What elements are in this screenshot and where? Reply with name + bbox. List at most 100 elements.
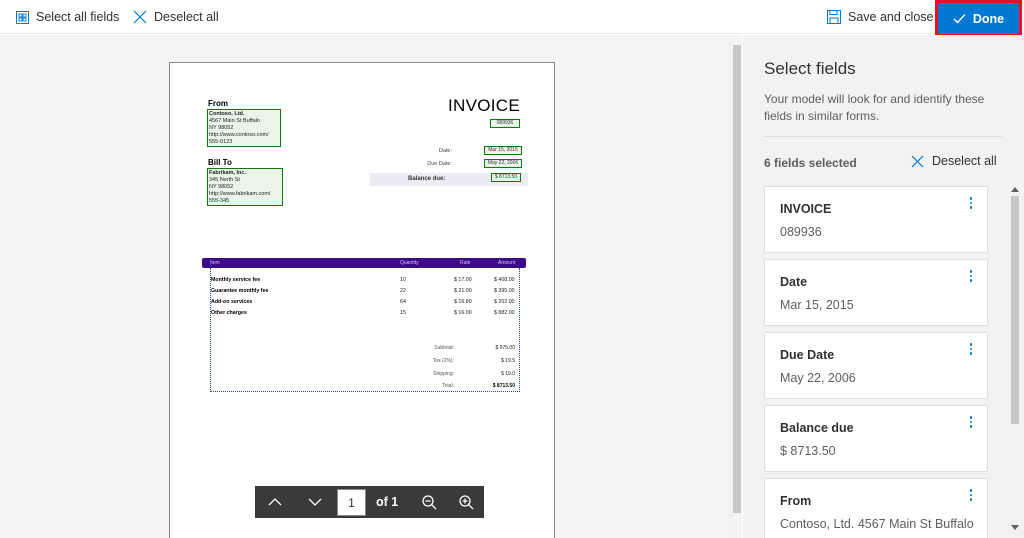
field-card-date[interactable]: Date Mar 15, 2015: [764, 259, 988, 326]
save-icon: [827, 10, 841, 24]
row-qty: 64: [400, 299, 406, 305]
from-heading: From: [208, 99, 228, 108]
select-all-label: Select all fields: [36, 10, 120, 24]
shipping-label: Shipping:: [433, 371, 454, 377]
total-label: Total:: [442, 383, 454, 389]
more-options-icon[interactable]: [965, 487, 977, 503]
from-line: 555-0123: [209, 139, 233, 145]
from-field-box[interactable]: Contoso, Ltd. 4567 Main St Buffalo NY 98…: [207, 109, 281, 147]
field-value: May 22, 2006: [780, 371, 856, 385]
select-fields-panel: Select fields Your model will look for a…: [743, 35, 1024, 538]
scroll-up-arrow-icon[interactable]: [1011, 187, 1019, 192]
chevron-up-icon: [268, 498, 282, 506]
row-qty: 22: [400, 288, 406, 294]
field-name: Balance due: [780, 421, 854, 435]
row-name: Add-on services: [211, 299, 253, 305]
from-line: 4567 Main St Buffalo: [209, 118, 260, 124]
col-rate: Rate: [460, 260, 471, 266]
zoom-in-button[interactable]: [450, 486, 482, 518]
chevron-down-icon: [308, 498, 322, 506]
billto-line: Fabrikam, Inc.: [209, 170, 246, 176]
deselect-all-panel-button[interactable]: Deselect all: [911, 154, 997, 168]
row-qty: 10: [400, 277, 406, 283]
field-name: Due Date: [780, 348, 835, 362]
more-options-icon[interactable]: [965, 414, 977, 430]
field-value: $ 8713.50: [780, 444, 836, 458]
field-value: 089936: [780, 225, 822, 239]
field-name: From: [780, 494, 812, 508]
deselect-all-panel-label: Deselect all: [932, 154, 997, 168]
total-value: $ 8713.50: [492, 383, 515, 389]
field-card-invoice[interactable]: INVOICE 089936: [764, 186, 988, 253]
scroll-down-arrow-icon[interactable]: [1011, 525, 1019, 530]
done-label: Done: [972, 11, 1005, 26]
panel-divider: [764, 136, 1002, 137]
done-button[interactable]: Done: [935, 0, 1022, 37]
row-amount: $ 395.00: [494, 288, 515, 294]
col-quantity: Quantity: [400, 260, 419, 266]
row-rate: $ 21.00: [454, 288, 472, 294]
balance-due-label: Balance due:: [408, 176, 446, 182]
tax-label: Tax (2%):: [432, 358, 454, 364]
checkmark-icon: [953, 14, 966, 24]
document-canvas: From Contoso, Ltd. 4567 Main St Buffalo …: [0, 35, 730, 538]
table-region[interactable]: Monthly service fee 10 $ 17.00 $ 408.00 …: [210, 268, 520, 392]
col-amount: Amount: [498, 260, 516, 266]
next-page-button[interactable]: [295, 486, 335, 518]
table-header: Item Quantity Rate Amount: [202, 258, 526, 268]
save-and-close-label: Save and close: [848, 10, 934, 24]
due-date-value-box[interactable]: May 22, 2006: [484, 159, 522, 168]
more-options-icon[interactable]: [965, 341, 977, 357]
table-row: Add-on services 64 $ 16.80 $ 202.00: [211, 299, 519, 307]
deselect-all-toolbar-label: Deselect all: [154, 10, 219, 24]
billto-line: 555-345: [209, 198, 230, 204]
previous-page-button[interactable]: [255, 486, 295, 518]
shipping-value: $ 19.0: [501, 371, 515, 377]
page-number-input[interactable]: 1: [337, 489, 366, 516]
zoom-in-icon: [458, 494, 473, 509]
page-count-label: of 1: [376, 495, 399, 509]
row-rate: $ 17.00: [454, 277, 472, 283]
document-scrollbar-thumb[interactable]: [733, 45, 741, 513]
billto-line: NY 98052: [209, 184, 234, 190]
field-name: INVOICE: [780, 202, 832, 216]
panel-title: Select fields: [764, 59, 856, 78]
row-rate: $ 16.00: [454, 310, 472, 316]
toolbar: Select all fields Deselect all Save and …: [0, 0, 1024, 37]
billto-line: http://www.fabrikam.com/: [209, 191, 271, 197]
tax-value: $ 19.5: [501, 358, 515, 364]
invoice-number-box[interactable]: 089936: [490, 119, 520, 128]
select-all-icon: [16, 10, 29, 24]
invoice-page: From Contoso, Ltd. 4567 Main St Buffalo …: [169, 62, 555, 538]
field-card-from[interactable]: From Contoso, Ltd. 4567 Main St Buffalo: [764, 478, 988, 538]
field-list-scrollbar[interactable]: [1009, 186, 1021, 538]
deselect-all-toolbar-button[interactable]: Deselect all: [133, 0, 219, 34]
zoom-out-button[interactable]: [413, 486, 445, 518]
date-value-box[interactable]: Mar 15, 2015: [484, 146, 522, 155]
document-scrollbar[interactable]: [730, 35, 742, 538]
row-name: Other charges: [211, 310, 247, 316]
field-list-scrollbar-thumb[interactable]: [1011, 196, 1019, 424]
from-line: Contoso, Ltd.: [209, 111, 245, 117]
field-name: Date: [780, 275, 808, 289]
more-options-icon[interactable]: [965, 195, 977, 211]
fields-selected-count: 6 fields selected: [764, 156, 857, 170]
save-and-close-button[interactable]: Save and close: [827, 0, 933, 34]
close-icon: [133, 10, 147, 24]
select-all-fields-button[interactable]: Select all fields: [16, 0, 119, 34]
table-row: Monthly service fee 10 $ 17.00 $ 408.00: [211, 277, 519, 285]
field-card-balance-due[interactable]: Balance due $ 8713.50: [764, 405, 988, 472]
due-date-label: Due Date:: [427, 161, 452, 167]
page-navigator: 1 of 1: [255, 486, 484, 518]
balance-value-box[interactable]: $ 8713.50: [491, 173, 521, 182]
zoom-out-icon: [421, 494, 436, 509]
row-name: Guarantee monthly fee: [211, 288, 269, 294]
from-line: NY 98052: [209, 125, 234, 131]
billto-field-box[interactable]: Fabrikam, Inc. 345 North St NY 98052 htt…: [207, 168, 283, 206]
panel-description: Your model will look for and identify th…: [764, 92, 985, 123]
billto-heading: Bill To: [208, 158, 232, 167]
row-amount: $ 202.00: [494, 299, 515, 305]
more-options-icon[interactable]: [965, 268, 977, 284]
field-card-due-date[interactable]: Due Date May 22, 2006: [764, 332, 988, 399]
table-row: Guarantee monthly fee 22 $ 21.00 $ 395.0…: [211, 288, 519, 296]
